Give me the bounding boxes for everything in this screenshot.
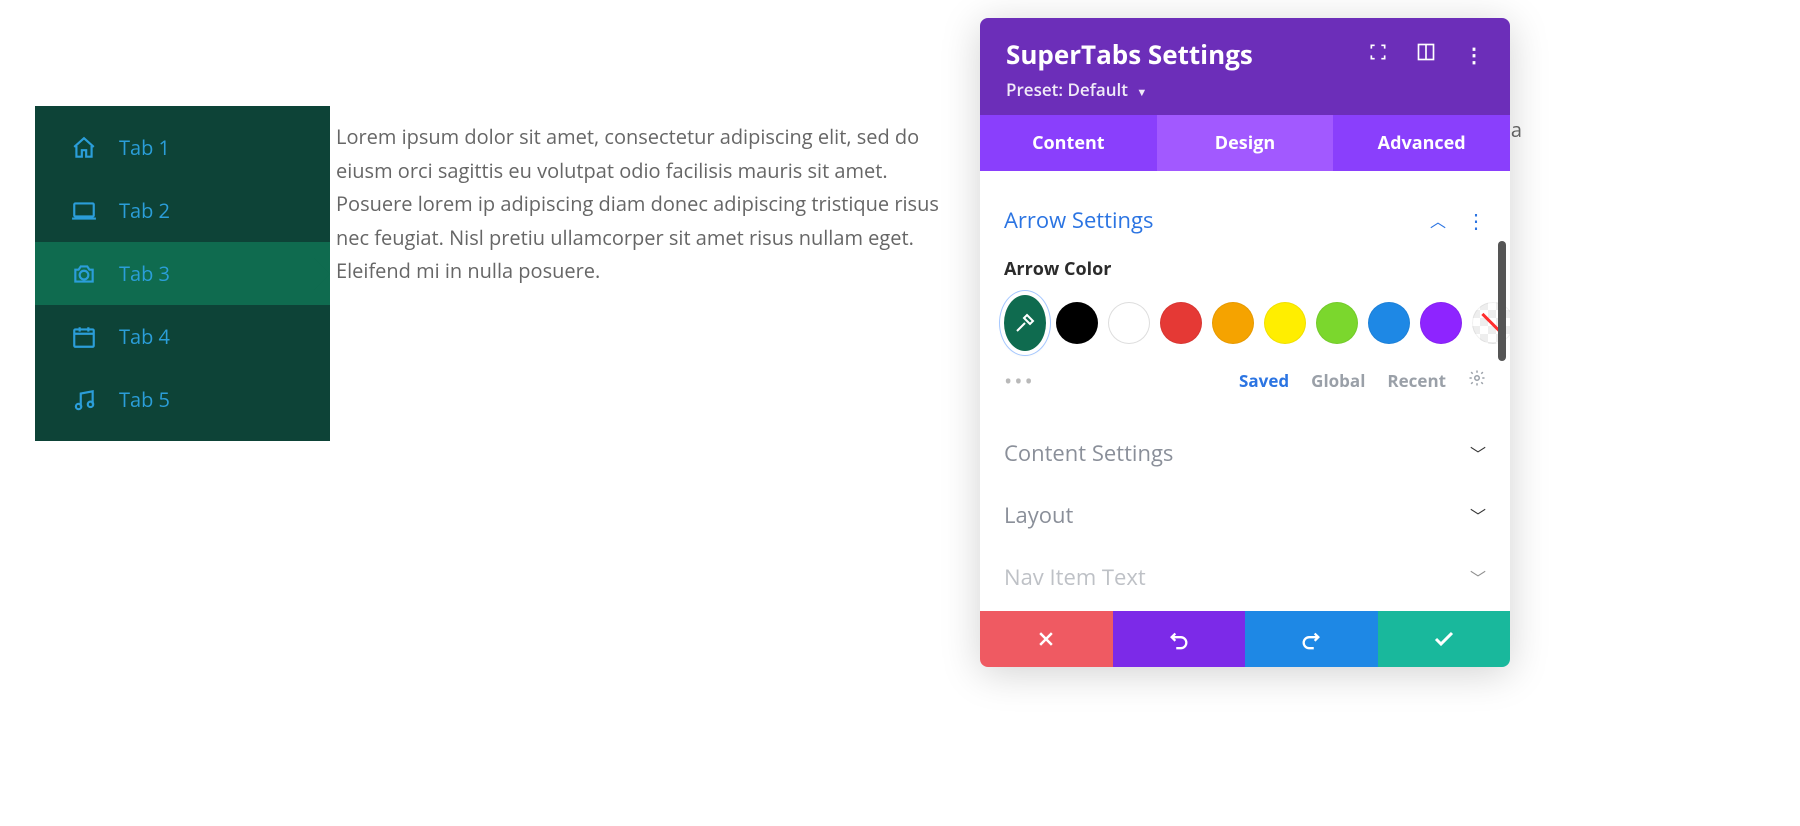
layout-icon[interactable] [1416,41,1436,68]
panel-footer [980,611,1510,667]
section-layout[interactable]: Layout ﹀ [1004,484,1486,546]
color-swatch-yellow[interactable] [1264,302,1306,344]
color-swatch-transparent[interactable] [1472,302,1510,344]
panel-tabs: Content Design Advanced [980,115,1510,171]
settings-panel: SuperTabs Settings ⋮ Preset: Default ▼ C… [980,18,1510,667]
supertabs-module: Tab 1 Tab 2 Tab 3 Tab 4 Tab 5 [35,106,960,441]
panel-header: SuperTabs Settings ⋮ Preset: Default ▼ [980,18,1510,115]
section-nav-item-text[interactable]: Nav Item Text ﹀ [1004,546,1486,608]
color-swatch-black[interactable] [1056,302,1098,344]
preset-selector[interactable]: Preset: Default ▼ [1006,78,1484,101]
color-swatch-red[interactable] [1160,302,1202,344]
field-label-arrow-color: Arrow Color [1004,257,1486,281]
tab-label: Tab 3 [119,260,170,287]
section-title: Layout [1004,500,1073,530]
eyedropper-swatch[interactable] [1004,295,1046,351]
chevron-down-icon: ﹀ [1470,441,1486,465]
palette-link-recent[interactable]: Recent [1387,369,1446,392]
tab-item-3[interactable]: Tab 3 [35,242,330,305]
tab-design[interactable]: Design [1157,115,1334,171]
color-swatch-white[interactable] [1108,302,1150,344]
undo-button[interactable] [1113,611,1246,667]
palette-link-saved[interactable]: Saved [1239,369,1289,392]
cancel-button[interactable] [980,611,1113,667]
color-swatches [1004,295,1486,351]
color-swatch-green[interactable] [1316,302,1358,344]
palette-link-global[interactable]: Global [1311,369,1365,392]
tabs-nav: Tab 1 Tab 2 Tab 3 Tab 4 Tab 5 [35,106,330,441]
redo-button[interactable] [1245,611,1378,667]
section-title: Nav Item Text [1004,562,1146,592]
more-icon[interactable]: ⋮ [1464,41,1484,68]
color-swatch-blue[interactable] [1368,302,1410,344]
tab-item-1[interactable]: Tab 1 [35,116,330,179]
section-content-settings[interactable]: Content Settings ﹀ [1004,422,1486,484]
home-icon [71,135,97,161]
section-title: Arrow Settings [1004,205,1153,235]
tab-item-2[interactable]: Tab 2 [35,179,330,242]
chevron-down-icon: ﹀ [1470,565,1486,589]
tab-item-4[interactable]: Tab 4 [35,305,330,368]
clipped-text-fragment: a [1511,116,1522,143]
section-arrow-settings[interactable]: Arrow Settings ︿ ⋮ [1004,189,1486,251]
save-button[interactable] [1378,611,1511,667]
chevron-down-icon: ﹀ [1470,503,1486,527]
section-title: Content Settings [1004,438,1173,468]
preset-label: Preset: Default [1006,78,1128,101]
tab-content-settings[interactable]: Content [980,115,1157,171]
focus-icon[interactable] [1368,41,1388,68]
panel-title: SuperTabs Settings [1006,36,1253,72]
color-swatch-purple[interactable] [1420,302,1462,344]
gear-icon[interactable] [1468,369,1486,392]
tab-item-5[interactable]: Tab 5 [35,368,330,431]
tab-label: Tab 5 [119,386,170,413]
tab-content: Lorem ipsum dolor sit amet, consectetur … [330,106,960,441]
music-icon [71,387,97,413]
tab-label: Tab 2 [119,197,170,224]
section-options-icon[interactable]: ⋮ [1466,207,1486,234]
caret-down-icon: ▼ [1136,85,1147,100]
tab-advanced[interactable]: Advanced [1333,115,1510,171]
chevron-up-icon: ︿ [1430,208,1446,232]
panel-body[interactable]: Arrow Settings ︿ ⋮ Arrow Color ••• S [980,171,1510,611]
tab-label: Tab 1 [119,134,170,161]
tab-label: Tab 4 [119,323,170,350]
more-swatches-icon[interactable]: ••• [1004,370,1035,392]
color-swatch-orange[interactable] [1212,302,1254,344]
camera-icon [71,261,97,287]
calendar-icon [71,324,97,350]
laptop-icon [71,198,97,224]
